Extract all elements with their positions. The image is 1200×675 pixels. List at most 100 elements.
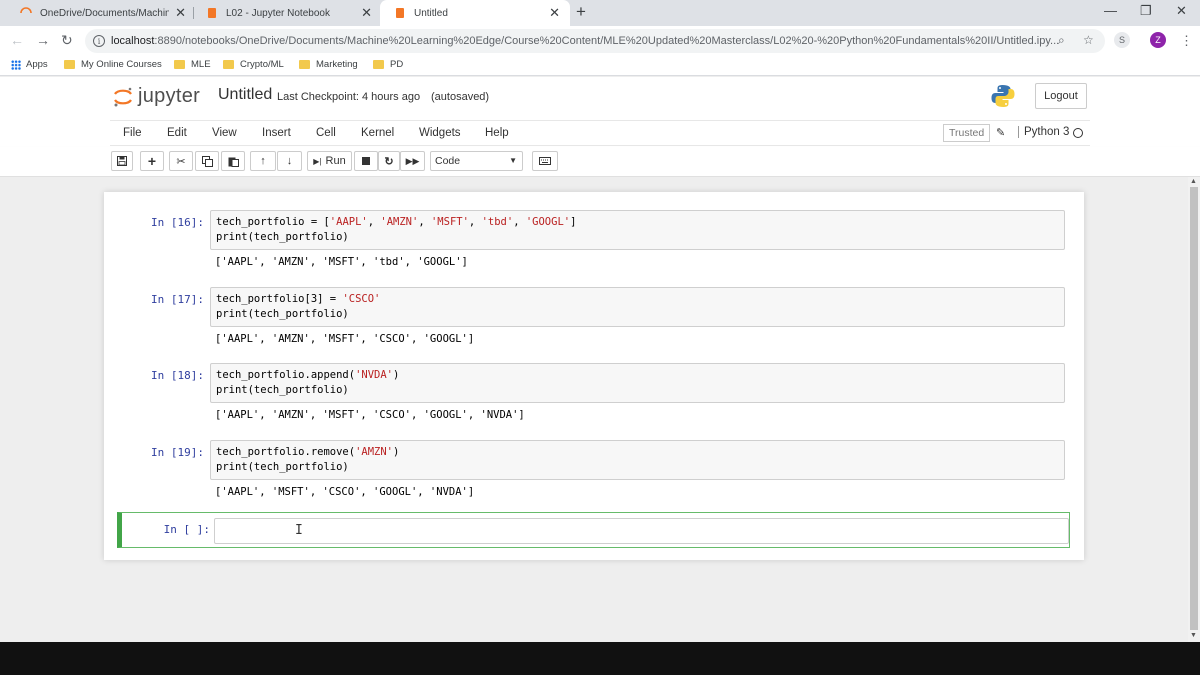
menu-edit[interactable]: Edit: [167, 127, 187, 139]
code-input[interactable]: tech_portfolio.remove('AMZN') print(tech_…: [210, 440, 1065, 480]
code-line: tech_portfolio.remove('AMZN'): [216, 446, 400, 458]
folder-icon: [373, 60, 384, 69]
code-line: tech_portfolio[3] = 'CSCO': [216, 293, 381, 305]
new-tab-button[interactable]: +: [576, 2, 586, 22]
minimize-icon[interactable]: —: [1104, 3, 1117, 18]
jupyter-logo[interactable]: jupyter: [112, 85, 200, 108]
bookmark-crypto-ml[interactable]: Crypto/ML: [223, 59, 284, 70]
scroll-up-icon[interactable]: ▲: [1190, 178, 1197, 185]
edit-pencil-icon[interactable]: ✎: [996, 126, 1005, 139]
python-logo-icon: [991, 85, 1015, 107]
extension-icon[interactable]: S: [1114, 32, 1130, 48]
browser-tab-untitled[interactable]: Untitled ✕: [380, 0, 570, 26]
text-cursor-icon: I: [295, 523, 303, 538]
save-icon: [117, 156, 127, 166]
jupyter-favicon-icon: [20, 7, 32, 14]
menu-view[interactable]: View: [212, 127, 237, 139]
bookmark-marketing[interactable]: Marketing: [299, 59, 358, 70]
url-path: :8890/notebooks/OneDrive/Documents/Machi…: [154, 35, 1060, 47]
stop-icon: [362, 157, 370, 165]
restart-button[interactable]: ↻: [378, 151, 400, 171]
run-label: Run: [325, 155, 346, 167]
tab-close-icon[interactable]: ✕: [175, 5, 186, 21]
code-input-empty[interactable]: I: [214, 518, 1069, 544]
jupyter-wordmark: jupyter: [138, 85, 201, 107]
kernel-idle-icon: [1073, 128, 1083, 138]
logout-button[interactable]: Logout: [1035, 83, 1087, 109]
restore-icon[interactable]: ❐: [1140, 3, 1152, 19]
tab-close-icon[interactable]: ✕: [549, 5, 560, 21]
zoom-search-icon[interactable]: ⌕: [1058, 33, 1065, 48]
folder-icon: [64, 60, 75, 69]
cell-type-value: Code: [435, 155, 461, 167]
arrow-up-icon: ↑: [260, 155, 266, 167]
browser-tab-onedrive[interactable]: OneDrive/Documents/Machine L ✕: [6, 0, 196, 26]
bookmark-label: My Online Courses: [81, 59, 162, 70]
autosave-status: (autosaved): [431, 91, 490, 103]
window-close-icon[interactable]: ✕: [1176, 3, 1187, 19]
command-palette-button[interactable]: [532, 151, 558, 171]
code-input[interactable]: tech_portfolio.append('NVDA') print(tech_…: [210, 363, 1065, 403]
cell-output: ['AAPL', 'MSFT', 'CSCO', 'GOOGL', 'NVDA'…: [215, 486, 475, 498]
browser-menu-icon[interactable]: ⋮: [1180, 33, 1193, 49]
folder-icon: [299, 60, 310, 69]
bookmark-apps[interactable]: Apps: [11, 59, 48, 70]
code-input[interactable]: tech_portfolio[3] = 'CSCO' print(tech_por…: [210, 287, 1065, 327]
bookmark-label: PD: [390, 59, 404, 70]
menu-widgets[interactable]: Widgets: [419, 127, 461, 139]
menu-file[interactable]: File: [123, 127, 142, 139]
kernel-name[interactable]: Python 3: [1018, 126, 1069, 138]
input-prompt: In [ ]:: [163, 523, 210, 536]
browser-tab-bar: OneDrive/Documents/Machine L ✕ L02 - Jup…: [0, 0, 1200, 26]
scissors-icon: ✂: [176, 155, 186, 168]
page-scrollbar[interactable]: ▲ ▼: [1188, 177, 1200, 642]
scrollbar-thumb[interactable]: [1190, 187, 1198, 630]
tab-close-icon[interactable]: ✕: [361, 5, 372, 21]
cell-type-select[interactable]: Code ▼: [430, 151, 523, 171]
bookmark-label: Marketing: [316, 59, 358, 70]
menu-bar: File Edit View Insert Cell Kernel Widget…: [0, 117, 1200, 147]
keyboard-icon: [539, 157, 551, 165]
tab-title: OneDrive/Documents/Machine L: [40, 7, 170, 19]
browser-tab-l02[interactable]: L02 - Jupyter Notebook ✕: [192, 0, 382, 26]
scroll-down-icon[interactable]: ▼: [1190, 632, 1197, 639]
notebook-name[interactable]: Untitled: [218, 86, 272, 104]
trusted-badge[interactable]: Trusted: [943, 124, 991, 142]
taskbar: [0, 642, 1200, 675]
tab-title: L02 - Jupyter Notebook: [226, 7, 330, 19]
paste-button[interactable]: [221, 151, 245, 171]
move-up-button[interactable]: ↑: [250, 151, 276, 171]
bookmark-my-online-courses[interactable]: My Online Courses: [64, 59, 162, 70]
save-button[interactable]: [111, 151, 133, 171]
checkpoint-status: Last Checkpoint: 4 hours ago: [277, 91, 421, 103]
jupyter-logo-icon: [114, 87, 132, 106]
code-line: tech_portfolio.append('NVDA'): [216, 369, 400, 381]
interrupt-button[interactable]: [354, 151, 378, 171]
copy-button[interactable]: [195, 151, 219, 171]
reload-icon[interactable]: ↻: [61, 32, 73, 49]
url-input[interactable]: i localhost :8890/notebooks/OneDrive/Doc…: [85, 29, 1105, 53]
menu-help[interactable]: Help: [485, 127, 509, 139]
bookmark-pd[interactable]: PD: [373, 59, 403, 70]
code-input[interactable]: tech_portfolio = ['AAPL', 'AMZN', 'MSFT'…: [210, 210, 1065, 250]
profile-avatar[interactable]: Z: [1150, 32, 1166, 48]
menu-insert[interactable]: Insert: [262, 127, 291, 139]
bookmark-star-icon[interactable]: ☆: [1083, 33, 1094, 47]
forward-arrow-icon[interactable]: →: [36, 32, 50, 48]
run-button[interactable]: ▶| Run: [307, 151, 352, 171]
selected-empty-cell[interactable]: In [ ]: I: [117, 512, 1070, 548]
menu-cell[interactable]: Cell: [316, 127, 336, 139]
cut-button[interactable]: ✂: [169, 151, 193, 171]
menu-kernel[interactable]: Kernel: [361, 127, 394, 139]
bookmark-mle[interactable]: MLE: [174, 59, 211, 70]
move-down-button[interactable]: ↓: [277, 151, 302, 171]
code-line: print(tech_portfolio): [216, 461, 349, 473]
address-bar-row: ← → ↻ i localhost :8890/notebooks/OneDri…: [0, 26, 1200, 56]
site-info-icon[interactable]: i: [93, 35, 105, 47]
restart-run-all-button[interactable]: ▶▶: [400, 151, 425, 171]
notebook-favicon-icon: [396, 8, 404, 18]
insert-cell-button[interactable]: +: [140, 151, 164, 171]
url-host: localhost: [111, 35, 155, 47]
bookmark-label: Apps: [26, 59, 48, 70]
back-arrow-icon[interactable]: ←: [10, 32, 24, 48]
